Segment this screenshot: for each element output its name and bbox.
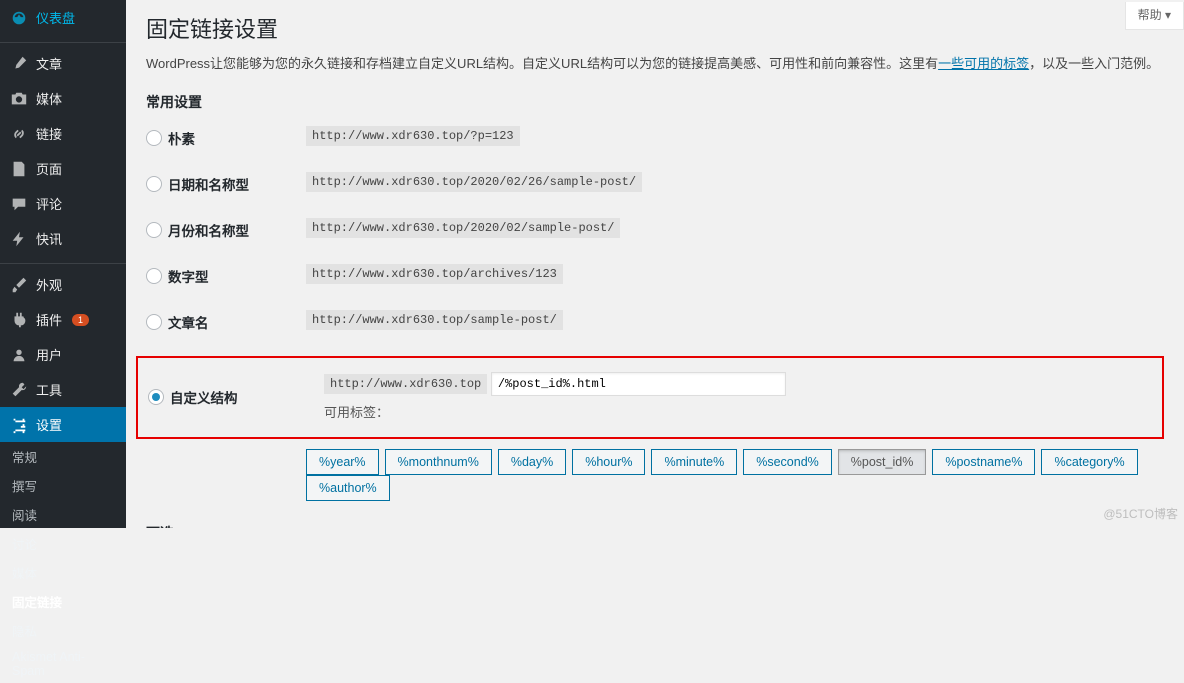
option-label: 数字型	[168, 266, 209, 286]
menu-label: 设置	[36, 415, 62, 434]
optional-heading: 可选	[146, 523, 1164, 529]
menu-media[interactable]: 媒体	[0, 81, 126, 116]
bolt-icon	[10, 230, 28, 248]
tag-button[interactable]: %second%	[743, 449, 832, 475]
menu-links[interactable]: 链接	[0, 116, 126, 151]
option-example: http://www.xdr630.top/?p=123	[306, 126, 520, 146]
radio-plain[interactable]	[146, 130, 162, 146]
available-tags-link[interactable]: 一些可用的标签	[938, 56, 1029, 71]
page-title: 固定链接设置	[146, 12, 1164, 44]
menu-appearance[interactable]: 外观	[0, 267, 126, 302]
custom-structure-input[interactable]	[491, 372, 786, 396]
camera-icon	[10, 90, 28, 108]
option-label: 月份和名称型	[168, 220, 249, 240]
common-settings-heading: 常用设置	[146, 92, 1164, 112]
tag-button[interactable]: %minute%	[651, 449, 737, 475]
tag-button[interactable]: %year%	[306, 449, 379, 475]
menu-label: 外观	[36, 275, 62, 294]
comment-icon	[10, 195, 28, 213]
sliders-icon	[10, 416, 28, 434]
submenu-discussion[interactable]: 讨论	[0, 529, 126, 558]
submenu-akismet[interactable]: Akismet Anti-Spam	[0, 645, 126, 683]
radio-post-name[interactable]	[146, 314, 162, 330]
submenu-writing[interactable]: 撰写	[0, 471, 126, 500]
menu-dashboard[interactable]: 仪表盘	[0, 0, 126, 35]
menu-comments[interactable]: 评论	[0, 186, 126, 221]
option-example: http://www.xdr630.top/sample-post/	[306, 310, 563, 330]
tag-button[interactable]: %post_id%	[838, 449, 927, 475]
tag-button[interactable]: %monthnum%	[385, 449, 492, 475]
menu-label: 插件	[36, 310, 62, 329]
pin-icon	[10, 55, 28, 73]
option-label: 文章名	[168, 312, 209, 332]
tag-button[interactable]: %day%	[498, 449, 566, 475]
submenu-media[interactable]: 媒体	[0, 558, 126, 587]
option-label: 朴素	[168, 128, 195, 148]
tag-button[interactable]: %author%	[306, 475, 390, 501]
option-label: 自定义结构	[170, 387, 238, 407]
radio-custom[interactable]	[148, 389, 164, 405]
menu-label: 评论	[36, 194, 62, 213]
submenu-privacy[interactable]: 隐私	[0, 616, 126, 645]
menu-posts[interactable]: 文章	[0, 46, 126, 81]
option-example: http://www.xdr630.top/2020/02/sample-pos…	[306, 218, 620, 238]
option-numeric: 数字型 http://www.xdr630.top/archives/123	[146, 264, 1164, 286]
menu-news[interactable]: 快讯	[0, 221, 126, 256]
menu-users[interactable]: 用户	[0, 337, 126, 372]
available-tags-label: 可用标签：	[324, 402, 1136, 421]
menu-label: 工具	[36, 380, 62, 399]
menu-settings[interactable]: 设置	[0, 407, 126, 442]
menu-pages[interactable]: 页面	[0, 151, 126, 186]
help-button[interactable]: 帮助 ▾	[1125, 2, 1184, 30]
tag-button[interactable]: %hour%	[572, 449, 645, 475]
menu-label: 快讯	[36, 229, 62, 248]
menu-label: 媒体	[36, 89, 62, 108]
option-date-name: 日期和名称型 http://www.xdr630.top/2020/02/26/…	[146, 172, 1164, 194]
main-content: 帮助 ▾ 固定链接设置 WordPress让您能够为您的永久链接和存档建立自定义…	[126, 0, 1184, 528]
menu-label: 链接	[36, 124, 62, 143]
wrench-icon	[10, 381, 28, 399]
available-tags: %year%%monthnum%%day%%hour%%minute%%seco…	[306, 449, 1164, 501]
tag-button[interactable]: %category%	[1041, 449, 1137, 475]
option-month-name: 月份和名称型 http://www.xdr630.top/2020/02/sam…	[146, 218, 1164, 240]
tag-button[interactable]: %postname%	[932, 449, 1035, 475]
update-badge: 1	[72, 314, 89, 326]
menu-label: 页面	[36, 159, 62, 178]
submenu-general[interactable]: 常规	[0, 442, 126, 471]
option-example: http://www.xdr630.top/2020/02/26/sample-…	[306, 172, 642, 192]
user-icon	[10, 346, 28, 364]
radio-month-name[interactable]	[146, 222, 162, 238]
submenu-permalink[interactable]: 固定链接	[0, 587, 126, 616]
brush-icon	[10, 276, 28, 294]
menu-plugins[interactable]: 插件 1	[0, 302, 126, 337]
radio-date-name[interactable]	[146, 176, 162, 192]
gauge-icon	[10, 9, 28, 27]
menu-label: 用户	[36, 345, 62, 364]
link-icon	[10, 125, 28, 143]
menu-label: 仪表盘	[36, 8, 75, 27]
chevron-down-icon: ▾	[1165, 8, 1171, 22]
page-icon	[10, 160, 28, 178]
custom-structure-highlight: 自定义结构 http://www.xdr630.top 可用标签：	[136, 356, 1164, 439]
radio-numeric[interactable]	[146, 268, 162, 284]
menu-tools[interactable]: 工具	[0, 372, 126, 407]
custom-prefix: http://www.xdr630.top	[324, 374, 487, 394]
submenu-reading[interactable]: 阅读	[0, 500, 126, 529]
option-example: http://www.xdr630.top/archives/123	[306, 264, 563, 284]
plug-icon	[10, 311, 28, 329]
menu-label: 文章	[36, 54, 62, 73]
page-description: WordPress让您能够为您的永久链接和存档建立自定义URL结构。自定义URL…	[146, 54, 1164, 74]
watermark: @51CTO博客	[1103, 505, 1178, 522]
option-post-name: 文章名 http://www.xdr630.top/sample-post/	[146, 310, 1164, 332]
admin-sidebar: 仪表盘 文章 媒体 链接 页面 评论 快讯 外观 插件 1 用户 工具 设置 常…	[0, 0, 126, 528]
option-plain: 朴素 http://www.xdr630.top/?p=123	[146, 126, 1164, 148]
option-label: 日期和名称型	[168, 174, 249, 194]
